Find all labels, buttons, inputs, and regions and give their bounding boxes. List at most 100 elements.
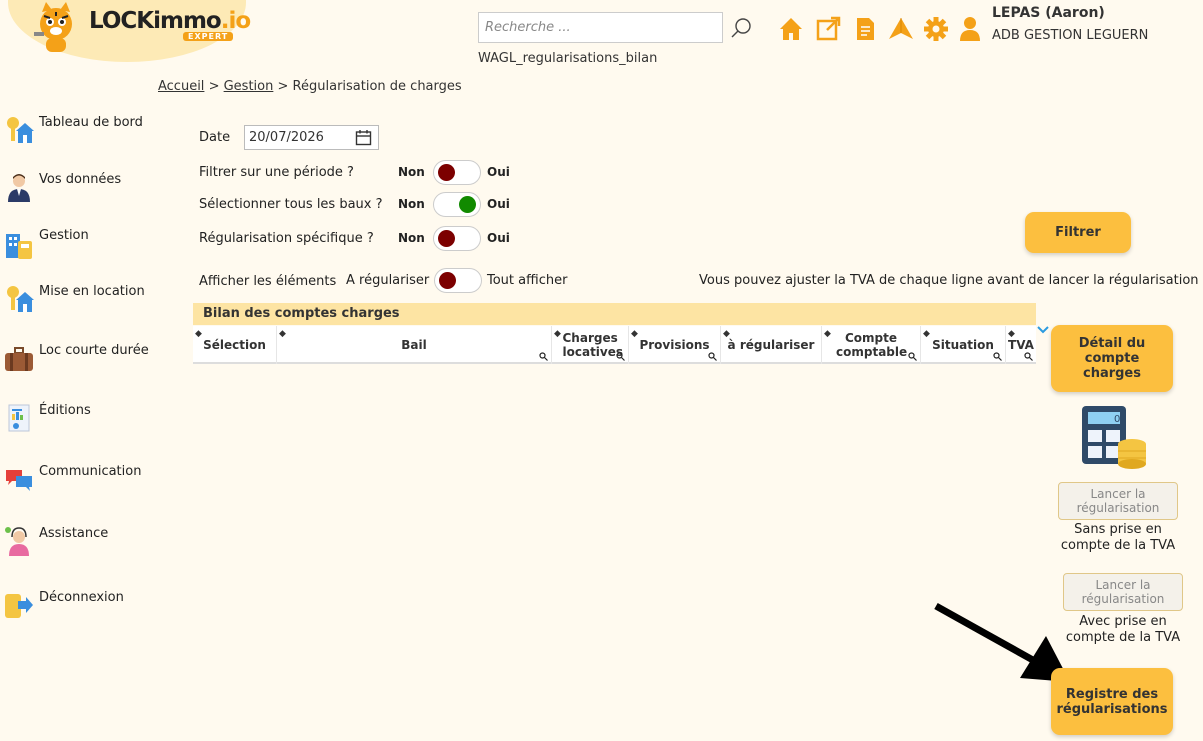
gear-icon[interactable]	[923, 15, 949, 43]
sidebar-item-label: Communication	[39, 464, 142, 479]
column-header-compte-comptable[interactable]: ◆ Compte comptable	[821, 326, 920, 364]
column-search-icon[interactable]	[993, 352, 1002, 361]
date-field[interactable]: 20/07/2026	[244, 125, 379, 150]
logo-text[interactable]: LOCKimmo.io	[89, 8, 251, 34]
sort-icon[interactable]: ◆	[1008, 327, 1015, 341]
sort-icon[interactable]: ◆	[195, 327, 202, 341]
sidebar-item-gestion[interactable]: Gestion	[0, 222, 160, 262]
sidebar-item-vos-donnees[interactable]: Vos données	[0, 166, 160, 206]
toggle-oui-label: Oui	[487, 197, 510, 211]
search-input[interactable]	[478, 12, 723, 43]
suitcase-icon	[5, 347, 33, 371]
breadcrumb: Accueil > Gestion > Régularisation de ch…	[158, 79, 462, 94]
person-icon	[8, 174, 30, 202]
sort-icon[interactable]: ◆	[923, 327, 930, 341]
column-header-selection[interactable]: ◆ Sélection	[193, 326, 276, 364]
date-label: Date	[199, 130, 231, 145]
sidebar-item-deconnexion[interactable]: Déconnexion	[0, 584, 160, 624]
launch-regularisation-no-tva-button[interactable]: Lancer la régularisation	[1058, 482, 1178, 520]
breadcrumb-separator: >	[208, 79, 220, 94]
toggle-non-label: Non	[398, 165, 425, 179]
column-header-bail[interactable]: ◆ Bail	[276, 326, 551, 364]
launch-regularisation-tva-button[interactable]: Lancer la régularisation	[1063, 573, 1183, 611]
show-all-label: Tout afficher	[487, 273, 568, 288]
filter-button[interactable]: Filtrer	[1025, 212, 1131, 253]
date-value: 20/07/2026	[249, 130, 324, 145]
column-header-situation[interactable]: ◆ Situation	[920, 326, 1005, 364]
sidebar-item-label: Vos données	[39, 172, 122, 187]
sidebar-item-editions[interactable]: Éditions	[0, 398, 160, 438]
specific-regularisation-toggle[interactable]	[433, 226, 481, 251]
toggle-knob	[459, 196, 476, 213]
period-filter-label: Filtrer sur une période ?	[199, 165, 354, 180]
breadcrumb-current: Régularisation de charges	[292, 79, 462, 94]
home-icon[interactable]	[778, 15, 804, 43]
column-search-icon[interactable]	[708, 352, 717, 361]
house-key-icon	[7, 286, 34, 312]
toggle-oui-label: Oui	[487, 231, 510, 245]
calculator-coins-icon: 0	[1082, 406, 1146, 469]
sidebar-item-label: Éditions	[39, 403, 91, 418]
breadcrumb-gestion-link[interactable]: Gestion	[224, 79, 274, 94]
sidebar-item-label: Mise en location	[39, 284, 145, 299]
sidebar-item-assistance[interactable]: Assistance	[0, 520, 160, 560]
sidebar-item-loc-courte-duree[interactable]: Loc courte durée	[0, 338, 160, 378]
show-elements-toggle[interactable]	[434, 268, 482, 293]
regularisation-register-button[interactable]: Registre des régularisations	[1051, 668, 1173, 735]
chat-bubbles-icon	[6, 470, 32, 491]
table-title: Bilan des comptes charges	[193, 303, 1036, 325]
toggle-oui-label: Oui	[487, 165, 510, 179]
column-header-tva[interactable]: ◆ TVA	[1005, 326, 1036, 364]
column-search-icon[interactable]	[616, 352, 625, 361]
sidebar-item-label: Loc courte durée	[39, 343, 149, 358]
all-leases-toggle[interactable]	[433, 192, 481, 217]
sidebar-item-label: Tableau de bord	[39, 115, 143, 130]
sidebar-item-label: Déconnexion	[39, 590, 124, 605]
toggle-non-label: Non	[398, 231, 425, 245]
paper-plane-icon[interactable]	[888, 15, 914, 43]
breadcrumb-separator: >	[277, 79, 289, 94]
report-icon	[8, 404, 30, 432]
column-header-provisions[interactable]: ◆ Provisions	[628, 326, 720, 364]
sort-icon[interactable]: ◆	[279, 327, 286, 341]
period-filter-toggle[interactable]	[433, 160, 481, 185]
calendar-icon[interactable]	[355, 129, 372, 146]
search-icon[interactable]	[730, 16, 754, 40]
sidebar-item-communication[interactable]: Communication	[0, 458, 160, 498]
tiger-mascot-icon	[34, 2, 72, 52]
column-search-icon[interactable]	[539, 352, 548, 361]
sort-icon[interactable]: ◆	[554, 327, 561, 341]
column-search-icon[interactable]	[1024, 352, 1033, 361]
show-to-regularise-label: A régulariser	[346, 273, 430, 288]
breadcrumb-home-link[interactable]: Accueil	[158, 79, 204, 94]
account-detail-button[interactable]: Détail du compte charges	[1051, 325, 1173, 392]
toggle-knob	[439, 272, 456, 289]
file-label: WAGL_regularisations_bilan	[478, 51, 658, 66]
document-icon[interactable]	[852, 15, 878, 43]
support-agent-icon	[5, 527, 29, 556]
tva-note: Vous pouvez ajuster la TVA de chaque lig…	[699, 273, 1199, 288]
sidebar-item-tableau-de-bord[interactable]: Tableau de bord	[0, 110, 160, 150]
svg-text:0: 0	[1114, 414, 1120, 425]
user-company: ADB GESTION LEGUERN	[992, 28, 1149, 43]
no-tva-note: Sans prise en compte de la TVA	[1060, 522, 1176, 553]
user-name[interactable]: LEPAS (Aaron)	[992, 5, 1105, 21]
all-leases-label: Sélectionner tous les baux ?	[199, 197, 383, 212]
specific-regularisation-label: Régularisation spécifique ?	[199, 231, 374, 246]
column-search-icon[interactable]	[908, 352, 917, 361]
building-calculator-icon	[6, 234, 32, 259]
sort-icon[interactable]: ◆	[631, 327, 638, 341]
chevron-down-icon[interactable]	[1037, 325, 1049, 335]
column-header-a-regulariser[interactable]: ◆ à régulariser	[720, 326, 821, 364]
external-link-icon[interactable]	[815, 15, 841, 43]
sort-icon[interactable]: ◆	[824, 327, 831, 341]
column-header-charges-locatives[interactable]: ◆ Charges locatives	[551, 326, 628, 364]
logout-icon	[5, 594, 33, 618]
show-elements-label: Afficher les éléments	[199, 274, 337, 289]
user-icon[interactable]	[957, 15, 983, 43]
tva-note-below: Avec prise en compte de la TVA	[1065, 614, 1181, 645]
sort-icon[interactable]: ◆	[723, 327, 730, 341]
sidebar-item-mise-en-location[interactable]: Mise en location	[0, 280, 160, 320]
toggle-knob	[438, 164, 455, 181]
sidebar-item-label: Gestion	[39, 228, 89, 243]
